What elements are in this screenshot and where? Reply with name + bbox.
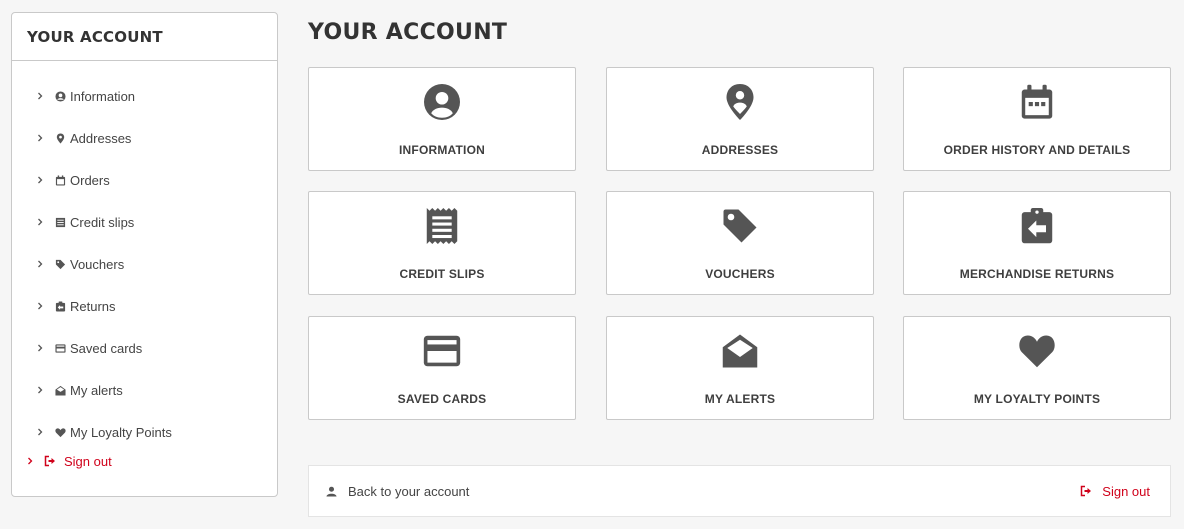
sidebar-menu: Information Addresses Orders Credit slip… bbox=[12, 61, 277, 475]
card-saved-cards[interactable]: SAVED CARDS bbox=[308, 316, 576, 420]
card-credit-slips[interactable]: CREDIT SLIPS bbox=[308, 191, 576, 295]
chevron-right-icon bbox=[26, 457, 34, 465]
calendar-icon bbox=[54, 174, 66, 186]
map-pin-icon bbox=[54, 132, 66, 144]
sidebar-item-label: Orders bbox=[70, 172, 110, 188]
sidebar-item-label: Credit slips bbox=[70, 214, 135, 230]
sidebar-item-addresses[interactable]: Addresses bbox=[12, 117, 277, 159]
heart-icon bbox=[1018, 332, 1056, 370]
page-title: YOUR ACCOUNT bbox=[308, 20, 508, 45]
card-label: MY LOYALTY POINTS bbox=[973, 392, 1101, 406]
card-addresses[interactable]: ADDRESSES bbox=[606, 67, 874, 171]
card-vouchers[interactable]: VOUCHERS bbox=[606, 191, 874, 295]
back-to-account-link[interactable]: Back to your account bbox=[325, 484, 469, 499]
sidebar-item-label: My alerts bbox=[70, 382, 123, 398]
sign-out-link[interactable]: Sign out bbox=[1079, 484, 1150, 499]
return-clipboard-icon bbox=[54, 300, 66, 312]
tag-icon bbox=[721, 207, 759, 245]
back-to-account-label: Back to your account bbox=[348, 483, 470, 499]
chevron-right-icon bbox=[36, 176, 44, 184]
sidebar-item-credit-slips[interactable]: Credit slips bbox=[12, 201, 277, 243]
sign-out-icon bbox=[1079, 485, 1092, 498]
envelope-open-icon bbox=[721, 332, 759, 370]
card-information[interactable]: INFORMATION bbox=[308, 67, 576, 171]
return-clipboard-icon bbox=[1018, 207, 1056, 245]
card-label: INFORMATION bbox=[399, 143, 485, 157]
tag-icon bbox=[54, 258, 66, 270]
card-label: VOUCHERS bbox=[705, 267, 775, 281]
sidebar-item-saved-cards[interactable]: Saved cards bbox=[12, 327, 277, 369]
card-label: ORDER HISTORY AND DETAILS bbox=[943, 143, 1131, 157]
heart-icon bbox=[54, 426, 66, 438]
chevron-right-icon bbox=[36, 134, 44, 142]
card-label: SAVED CARDS bbox=[397, 392, 487, 406]
chevron-right-icon bbox=[36, 92, 44, 100]
chevron-right-icon bbox=[36, 386, 44, 394]
sidebar-item-label: Returns bbox=[70, 298, 116, 314]
sidebar-item-sign-out[interactable]: Sign out bbox=[12, 447, 277, 475]
account-sidebar: YOUR ACCOUNT Information Addresses Order… bbox=[11, 12, 278, 497]
account-footer: Back to your account Sign out bbox=[308, 465, 1171, 517]
chevron-right-icon bbox=[36, 344, 44, 352]
sidebar-item-label: Information bbox=[70, 88, 136, 104]
card-my-loyalty-points[interactable]: MY LOYALTY POINTS bbox=[903, 316, 1171, 420]
credit-card-icon bbox=[423, 332, 461, 370]
card-label: ADDRESSES bbox=[701, 143, 779, 157]
sign-out-label: Sign out bbox=[1102, 483, 1150, 499]
sidebar-item-label: Vouchers bbox=[70, 256, 125, 272]
map-pin-icon bbox=[721, 83, 759, 121]
sidebar-item-vouchers[interactable]: Vouchers bbox=[12, 243, 277, 285]
sidebar-item-information[interactable]: Information bbox=[12, 75, 277, 117]
card-order-history[interactable]: ORDER HISTORY AND DETAILS bbox=[903, 67, 1171, 171]
card-label: MERCHANDISE RETURNS bbox=[959, 267, 1115, 281]
sidebar-item-returns[interactable]: Returns bbox=[12, 285, 277, 327]
sign-out-icon bbox=[44, 455, 56, 467]
receipt-icon bbox=[423, 207, 461, 245]
sidebar-item-label: Addresses bbox=[70, 130, 132, 146]
card-my-alerts[interactable]: MY ALERTS bbox=[606, 316, 874, 420]
receipt-icon bbox=[54, 216, 66, 228]
card-label: CREDIT SLIPS bbox=[399, 267, 485, 281]
credit-card-icon bbox=[54, 342, 66, 354]
sidebar-item-my-alerts[interactable]: My alerts bbox=[12, 369, 277, 411]
sidebar-item-label: My Loyalty Points bbox=[70, 424, 172, 440]
sidebar-title: YOUR ACCOUNT bbox=[12, 13, 277, 61]
user-circle-icon bbox=[423, 83, 461, 121]
chevron-right-icon bbox=[36, 428, 44, 436]
envelope-open-icon bbox=[54, 384, 66, 396]
chevron-right-icon bbox=[36, 302, 44, 310]
sidebar-item-label: Saved cards bbox=[70, 340, 143, 356]
user-circle-icon bbox=[54, 90, 66, 102]
card-label: MY ALERTS bbox=[704, 392, 776, 406]
sidebar-item-orders[interactable]: Orders bbox=[12, 159, 277, 201]
chevron-right-icon bbox=[36, 218, 44, 226]
chevron-right-icon bbox=[36, 260, 44, 268]
user-icon bbox=[325, 485, 338, 498]
calendar-icon bbox=[1018, 83, 1056, 121]
sidebar-item-label: Sign out bbox=[64, 453, 112, 469]
card-merchandise-returns[interactable]: MERCHANDISE RETURNS bbox=[903, 191, 1171, 295]
